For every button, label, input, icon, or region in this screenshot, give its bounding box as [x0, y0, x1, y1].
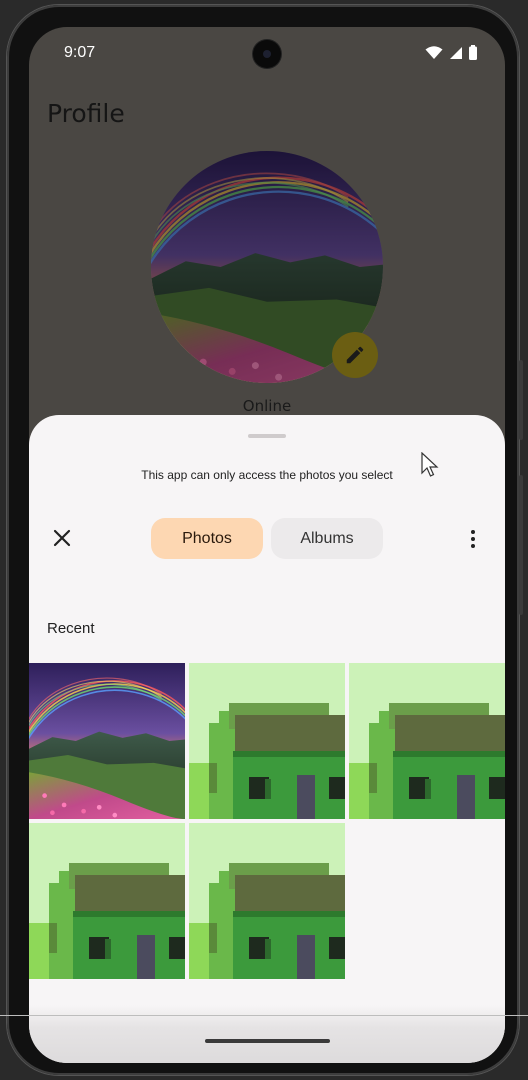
- status-bar: 9:07: [29, 27, 505, 79]
- edit-avatar-button[interactable]: [332, 332, 378, 378]
- close-icon: [53, 529, 71, 547]
- screen: 9:07 Profile Online This app can only ac…: [29, 27, 505, 1063]
- photo-thumbnail[interactable]: [29, 663, 185, 819]
- online-status: Online: [242, 397, 292, 415]
- page-title: Profile: [47, 99, 125, 128]
- status-time: 9:07: [64, 44, 96, 61]
- more-vert-icon: [471, 530, 475, 534]
- more-options-button[interactable]: [461, 525, 485, 553]
- divider-line: [0, 1015, 528, 1016]
- drag-handle[interactable]: [248, 434, 286, 438]
- more-vert-icon-dot: [471, 544, 475, 548]
- signal-icon: [450, 46, 462, 59]
- mouse-cursor-icon: [421, 452, 439, 477]
- tab-albums[interactable]: Albums: [271, 518, 383, 559]
- tab-photos[interactable]: Photos: [151, 518, 263, 559]
- phone-frame: 9:07 Profile Online This app can only ac…: [7, 5, 523, 1075]
- close-button[interactable]: [47, 523, 77, 553]
- more-vert-icon-dot: [471, 537, 475, 541]
- front-camera: [253, 40, 281, 68]
- photo-picker-sheet: This app can only access the photos you …: [29, 415, 505, 1063]
- photo-thumbnail[interactable]: [189, 663, 345, 819]
- photo-thumbnail[interactable]: [189, 823, 345, 979]
- navigation-bar: [29, 1005, 505, 1063]
- wifi-icon: [425, 45, 443, 59]
- pencil-icon: [346, 346, 364, 364]
- photo-thumbnail[interactable]: [29, 823, 185, 979]
- battery-icon: [469, 45, 477, 60]
- photo-thumbnail[interactable]: [349, 663, 505, 819]
- volume-button: [519, 475, 523, 615]
- gesture-handle[interactable]: [205, 1039, 330, 1043]
- section-header-recent: Recent: [47, 620, 95, 637]
- status-icons: [425, 45, 477, 60]
- power-button: [519, 360, 523, 440]
